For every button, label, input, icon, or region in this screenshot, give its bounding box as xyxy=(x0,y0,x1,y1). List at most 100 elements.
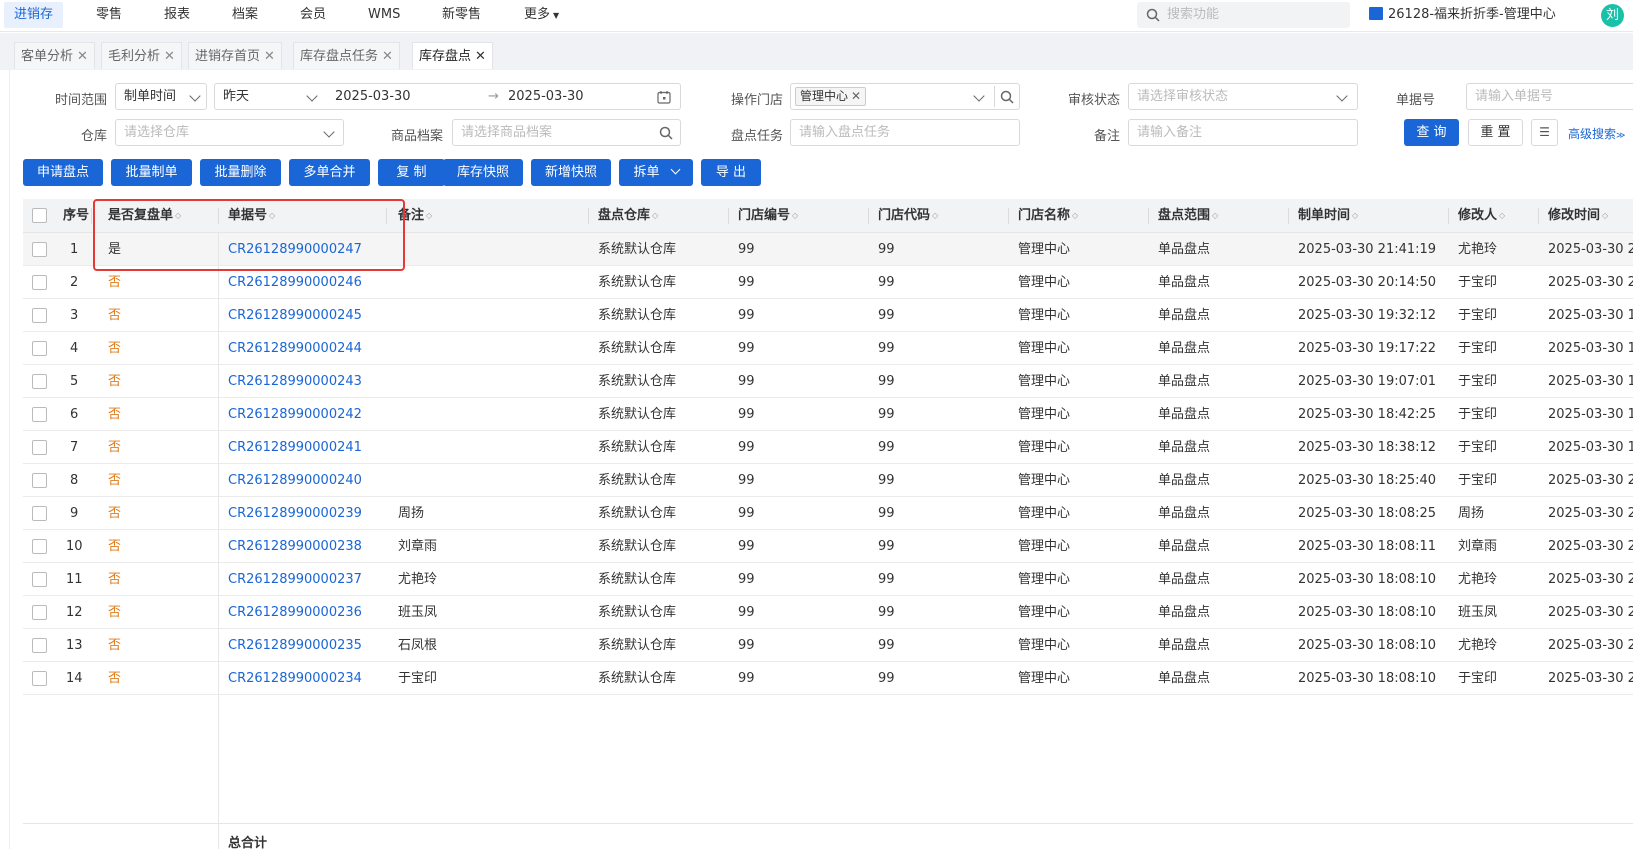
table-row[interactable]: 12 否 CR26128990000236 班玉凤 系统默认仓库 99 99 管理中心 单品盘点… xyxy=(23,596,1633,629)
tab-inventory-check[interactable]: 库存盘点 ✕ xyxy=(412,42,493,69)
table-row[interactable]: 7 否 CR26128990000241 系统默认仓库 99 99 管理中心 单品盘点 2025… xyxy=(23,431,1633,464)
audit-status-select[interactable]: 请选择审核状态 xyxy=(1128,83,1358,110)
search-icon[interactable] xyxy=(1000,90,1014,104)
store-selector[interactable]: 26128-福来折折季-管理中心 xyxy=(1369,0,1556,30)
nav-item-wms[interactable]: WMS xyxy=(358,0,410,30)
nav-item-jxc[interactable]: 进销存 xyxy=(4,2,64,28)
cell-doc-no[interactable]: CR26128990000243 xyxy=(228,365,362,398)
cell-doc-no[interactable]: CR26128990000244 xyxy=(228,332,362,365)
cell-doc-no[interactable]: CR26128990000238 xyxy=(228,530,362,563)
col-range[interactable]: 盘点范围 ◇ xyxy=(1158,199,1218,233)
close-icon[interactable]: ✕ xyxy=(475,49,486,64)
task-input[interactable]: 请输入盘点任务 xyxy=(790,119,1020,146)
row-checkbox[interactable] xyxy=(32,275,47,290)
table-row[interactable]: 8 否 CR26128990000240 系统默认仓库 99 99 管理中心 单品盘点 2025… xyxy=(23,464,1633,497)
nav-item-report[interactable]: 报表 xyxy=(154,0,200,30)
cell-doc-no[interactable]: CR26128990000235 xyxy=(228,629,362,662)
table-row[interactable]: 3 否 CR26128990000245 系统默认仓库 99 99 管理中心 单品盘点 2025… xyxy=(23,299,1633,332)
row-checkbox[interactable] xyxy=(32,671,47,686)
remark-input[interactable]: 请输入备注 xyxy=(1128,119,1358,146)
close-icon[interactable]: ✕ xyxy=(164,49,175,64)
nav-item-member[interactable]: 会员 xyxy=(290,0,336,30)
col-store-code[interactable]: 门店代码 ◇ xyxy=(878,199,938,233)
row-checkbox[interactable] xyxy=(32,572,47,587)
store-select[interactable]: 管理中心 ✕ xyxy=(790,83,1020,110)
column-settings-button[interactable]: ☰ xyxy=(1531,119,1558,146)
row-checkbox[interactable] xyxy=(32,341,47,356)
stock-snapshot-button[interactable]: 库存快照 xyxy=(443,159,523,186)
table-row[interactable]: 14 否 CR26128990000234 于宝印 系统默认仓库 99 99 管理中心 单品盘点… xyxy=(23,662,1633,695)
col-store-name[interactable]: 门店名称 ◇ xyxy=(1018,199,1078,233)
nav-item-new-retail[interactable]: 新零售 xyxy=(432,0,491,30)
cell-doc-no[interactable]: CR26128990000239 xyxy=(228,497,362,530)
cell-doc-no[interactable]: CR26128990000240 xyxy=(228,464,362,497)
close-icon[interactable]: ✕ xyxy=(382,49,393,64)
sort-icon[interactable]: ◇ xyxy=(426,199,432,233)
row-checkbox[interactable] xyxy=(32,539,47,554)
table-row[interactable]: 10 否 CR26128990000238 刘章雨 系统默认仓库 99 99 管理中心 单品盘点… xyxy=(23,530,1633,563)
row-checkbox[interactable] xyxy=(32,440,47,455)
col-modifier[interactable]: 修改人 ◇ xyxy=(1458,199,1505,233)
cell-doc-no[interactable]: CR26128990000245 xyxy=(228,299,362,332)
table-row[interactable]: 11 否 CR26128990000237 尤艳玲 系统默认仓库 99 99 管理中心 单品盘点… xyxy=(23,563,1633,596)
date-range-picker[interactable]: 昨天 2025-03-30 → 2025-03-30 xyxy=(214,83,681,110)
tab-inventory-task[interactable]: 库存盘点任务 ✕ xyxy=(293,42,400,69)
row-checkbox[interactable] xyxy=(32,308,47,323)
cell-doc-no[interactable]: CR26128990000236 xyxy=(228,596,362,629)
row-checkbox[interactable] xyxy=(32,374,47,389)
table-row[interactable]: 9 否 CR26128990000239 周扬 系统默认仓库 99 99 管理中心 单品盘点 20… xyxy=(23,497,1633,530)
add-snapshot-button[interactable]: 新增快照 xyxy=(531,159,611,186)
date-start[interactable]: 2025-03-30 xyxy=(335,84,411,109)
table-row[interactable]: 4 否 CR26128990000244 系统默认仓库 99 99 管理中心 单品盘点 2025… xyxy=(23,332,1633,365)
row-checkbox[interactable] xyxy=(32,506,47,521)
cell-doc-no[interactable]: CR26128990000242 xyxy=(228,398,362,431)
query-button[interactable]: 查 询 xyxy=(1404,119,1459,146)
tab-jxc-home[interactable]: 进销存首页 ✕ xyxy=(188,42,282,69)
sort-icon[interactable]: ◇ xyxy=(1212,199,1218,233)
table-row[interactable]: 5 否 CR26128990000243 系统默认仓库 99 99 管理中心 单品盘点 2025… xyxy=(23,365,1633,398)
cell-doc-no[interactable]: CR26128990000241 xyxy=(228,431,362,464)
table-row[interactable]: 6 否 CR26128990000242 系统默认仓库 99 99 管理中心 单品盘点 2025… xyxy=(23,398,1633,431)
sort-icon[interactable]: ◇ xyxy=(932,199,938,233)
col-create-time[interactable]: 制单时间 ◇ xyxy=(1298,199,1358,233)
sort-icon[interactable]: ◇ xyxy=(652,199,658,233)
copy-button[interactable]: 复 制 xyxy=(378,159,445,186)
apply-check-button[interactable]: 申请盘点 xyxy=(23,159,103,186)
doc-no-input[interactable]: 请输入单据号 xyxy=(1466,83,1633,110)
row-checkbox[interactable] xyxy=(32,242,47,257)
sort-icon[interactable]: ◇ xyxy=(1072,199,1078,233)
warehouse-select[interactable]: 请选择仓库 xyxy=(115,119,344,146)
close-icon[interactable]: ✕ xyxy=(264,49,275,64)
cell-doc-no[interactable]: CR26128990000237 xyxy=(228,563,362,596)
merge-button[interactable]: 多单合并 xyxy=(289,159,370,186)
table-row[interactable]: 13 否 CR26128990000235 石凤根 系统默认仓库 99 99 管理中心 单品盘点… xyxy=(23,629,1633,662)
search-icon[interactable] xyxy=(659,126,673,140)
col-warehouse[interactable]: 盘点仓库 ◇ xyxy=(598,199,658,233)
select-all-checkbox[interactable] xyxy=(32,208,47,223)
row-checkbox[interactable] xyxy=(32,473,47,488)
nav-item-more[interactable]: 更多 ▼ xyxy=(514,0,569,30)
row-checkbox[interactable] xyxy=(32,407,47,422)
nav-item-retail[interactable]: 零售 xyxy=(86,0,132,30)
sort-icon[interactable]: ◇ xyxy=(1499,199,1505,233)
col-modify-time[interactable]: 修改时间 ◇ xyxy=(1548,199,1608,233)
calendar-icon[interactable] xyxy=(657,90,671,104)
col-store-no[interactable]: 门店编号 ◇ xyxy=(738,199,798,233)
goods-select[interactable]: 请选择商品档案 xyxy=(452,119,681,146)
sort-icon[interactable]: ◇ xyxy=(792,199,798,233)
batch-delete-button[interactable]: 批量删除 xyxy=(200,159,281,186)
cell-doc-no[interactable]: CR26128990000234 xyxy=(228,662,362,695)
tab-margin-analysis[interactable]: 毛利分析 ✕ xyxy=(101,42,182,69)
batch-create-button[interactable]: 批量制单 xyxy=(111,159,192,186)
row-checkbox[interactable] xyxy=(32,605,47,620)
time-type-select[interactable]: 制单时间 xyxy=(115,83,207,110)
sort-icon[interactable]: ◇ xyxy=(1602,199,1608,233)
date-end[interactable]: 2025-03-30 xyxy=(508,84,584,109)
nav-item-archive[interactable]: 档案 xyxy=(222,0,268,30)
reset-button[interactable]: 重 置 xyxy=(1468,119,1523,146)
nav-search-input[interactable]: 搜索功能 xyxy=(1137,2,1350,28)
close-icon[interactable]: ✕ xyxy=(851,89,861,103)
sort-icon[interactable]: ◇ xyxy=(1352,199,1358,233)
tab-customer-analysis[interactable]: 客单分析 ✕ xyxy=(14,42,95,69)
close-icon[interactable]: ✕ xyxy=(77,49,88,64)
